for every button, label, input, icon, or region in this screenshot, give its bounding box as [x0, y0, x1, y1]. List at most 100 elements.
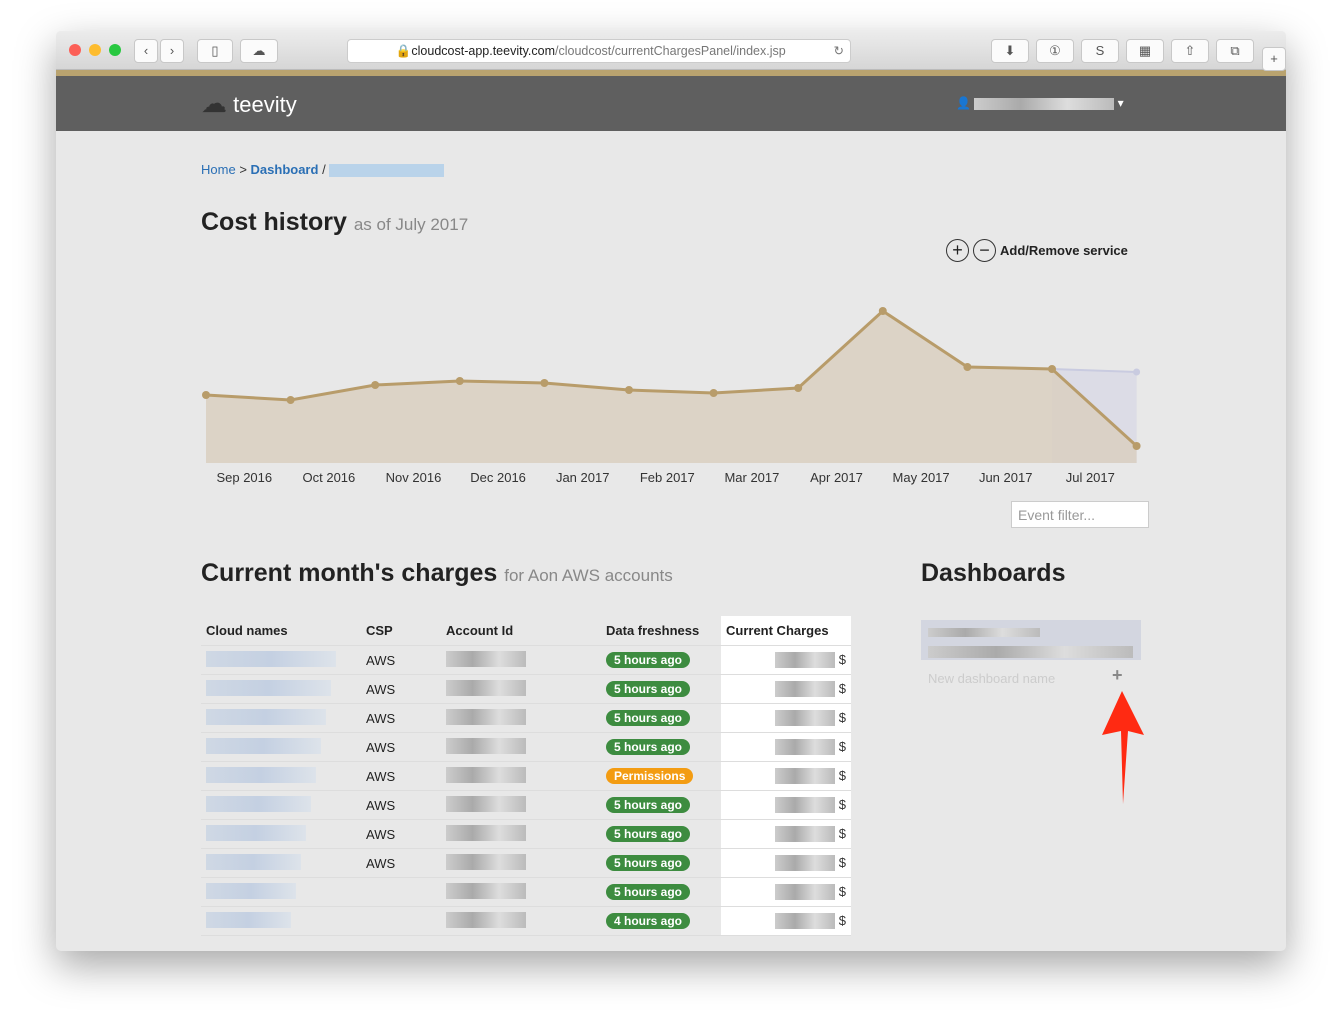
data-freshness-cell: 5 hours ago: [601, 819, 721, 849]
data-freshness-cell: Permissions: [601, 761, 721, 791]
data-point: [1048, 365, 1056, 373]
x-tick-label: Apr 2017: [810, 470, 863, 485]
x-tick-label: Dec 2016: [470, 470, 526, 485]
csp-cell: AWS: [361, 819, 441, 849]
table-row[interactable]: AWS 5 hours ago $: [201, 848, 851, 878]
x-tick-label: Nov 2016: [386, 470, 442, 485]
account-id-cell: [441, 703, 601, 733]
csp-cell: AWS: [361, 761, 441, 791]
account-id-cell: [441, 761, 601, 791]
table-row[interactable]: 5 hours ago $: [201, 877, 851, 907]
table-row[interactable]: AWS Permissions $: [201, 761, 851, 791]
freshness-badge: 5 hours ago: [606, 681, 691, 697]
x-tick-label: Jun 2017: [979, 470, 1032, 485]
col-account-id[interactable]: Account Id: [441, 616, 601, 646]
current-charges-cell: $: [721, 819, 851, 849]
current-charges-cell: $: [721, 848, 851, 878]
csp-cell: [361, 906, 441, 936]
cloud-name-cell: [201, 732, 361, 762]
account-id-cell: [441, 645, 601, 675]
cloud-name-cell: [201, 877, 361, 907]
data-freshness-cell: 4 hours ago: [601, 906, 721, 936]
dashboard-item[interactable]: [921, 620, 1141, 660]
data-point: [371, 381, 380, 389]
csp-cell: AWS: [361, 703, 441, 733]
data-point: [202, 391, 210, 399]
charges-table: Cloud names CSP Account Id Data freshnes…: [201, 616, 851, 936]
data-freshness-cell: 5 hours ago: [601, 790, 721, 820]
data-freshness-cell: 5 hours ago: [601, 645, 721, 675]
cost-history-chart: Sep 2016 Oct 2016 Nov 2016 Dec 2016 Jan 2017…: [202, 307, 1141, 485]
current-charges-cell: $: [721, 790, 851, 820]
csp-cell: AWS: [361, 645, 441, 675]
freshness-badge: 4 hours ago: [606, 913, 691, 929]
forecast-point: [1133, 368, 1141, 376]
dashboards-title: Dashboards: [921, 559, 1066, 587]
x-tick-label: Feb 2017: [640, 470, 695, 485]
account-id-cell: [441, 790, 601, 820]
freshness-badge: 5 hours ago: [606, 710, 691, 726]
data-point: [709, 389, 718, 397]
data-freshness-cell: 5 hours ago: [601, 674, 721, 704]
x-tick-label: Jan 2017: [556, 470, 610, 485]
x-tick-label: Jul 2017: [1066, 470, 1115, 485]
cloud-name-cell: [201, 761, 361, 791]
event-filter-input[interactable]: Event filter...: [1011, 501, 1149, 528]
cost-area: [206, 311, 1137, 463]
col-csp[interactable]: CSP: [361, 616, 441, 646]
csp-cell: AWS: [361, 790, 441, 820]
data-freshness-cell: 5 hours ago: [601, 703, 721, 733]
x-tick-label: Oct 2016: [303, 470, 356, 485]
col-cloud-names[interactable]: Cloud names: [201, 616, 361, 646]
freshness-badge: 5 hours ago: [606, 855, 691, 871]
account-id-cell: [441, 732, 601, 762]
table-row[interactable]: AWS 5 hours ago $: [201, 703, 851, 733]
table-row[interactable]: AWS 5 hours ago $: [201, 732, 851, 762]
csp-cell: AWS: [361, 732, 441, 762]
table-row[interactable]: AWS 5 hours ago $: [201, 674, 851, 704]
data-point: [540, 379, 549, 387]
freshness-badge: 5 hours ago: [606, 797, 691, 813]
account-id-cell: [441, 848, 601, 878]
add-dashboard-button[interactable]: +: [1112, 665, 1123, 686]
current-charges-cell: $: [721, 645, 851, 675]
csp-cell: AWS: [361, 848, 441, 878]
browser-window: ‹ › ▯ ☁ 🔒cloudcost-app.teevity.com/cloud…: [56, 31, 1286, 951]
data-point: [878, 307, 887, 315]
current-charges-cell: $: [721, 906, 851, 936]
col-data-freshness[interactable]: Data freshness: [601, 616, 721, 646]
x-tick-label: May 2017: [893, 470, 950, 485]
data-freshness-cell: 5 hours ago: [601, 877, 721, 907]
table-row[interactable]: 4 hours ago $: [201, 906, 851, 936]
x-tick-label: Mar 2017: [724, 470, 779, 485]
cloud-name-cell: [201, 906, 361, 936]
data-freshness-cell: 5 hours ago: [601, 732, 721, 762]
account-id-cell: [441, 674, 601, 704]
col-current-charges[interactable]: Current Charges: [721, 616, 851, 646]
data-point: [794, 384, 803, 392]
table-row[interactable]: AWS 5 hours ago $: [201, 819, 851, 849]
new-dashboard-input[interactable]: New dashboard name: [928, 671, 1055, 686]
cloud-name-cell: [201, 703, 361, 733]
freshness-badge: 5 hours ago: [606, 826, 691, 842]
data-point: [625, 386, 633, 394]
current-charges-cell: $: [721, 732, 851, 762]
account-id-cell: [441, 819, 601, 849]
current-charges-cell: $: [721, 877, 851, 907]
cloud-name-cell: [201, 674, 361, 704]
cloud-name-cell: [201, 819, 361, 849]
csp-cell: AWS: [361, 674, 441, 704]
current-charges-cell: $: [721, 703, 851, 733]
current-charges-cell: $: [721, 674, 851, 704]
csp-cell: [361, 877, 441, 907]
cloud-name-cell: [201, 790, 361, 820]
data-point: [963, 363, 972, 371]
data-freshness-cell: 5 hours ago: [601, 848, 721, 878]
freshness-badge: Permissions: [606, 768, 694, 784]
account-id-cell: [441, 906, 601, 936]
data-point: [455, 377, 464, 385]
table-row[interactable]: AWS 5 hours ago $: [201, 790, 851, 820]
x-tick-label: Sep 2016: [216, 470, 272, 485]
table-row[interactable]: AWS 5 hours ago $: [201, 645, 851, 675]
data-point: [286, 396, 295, 404]
